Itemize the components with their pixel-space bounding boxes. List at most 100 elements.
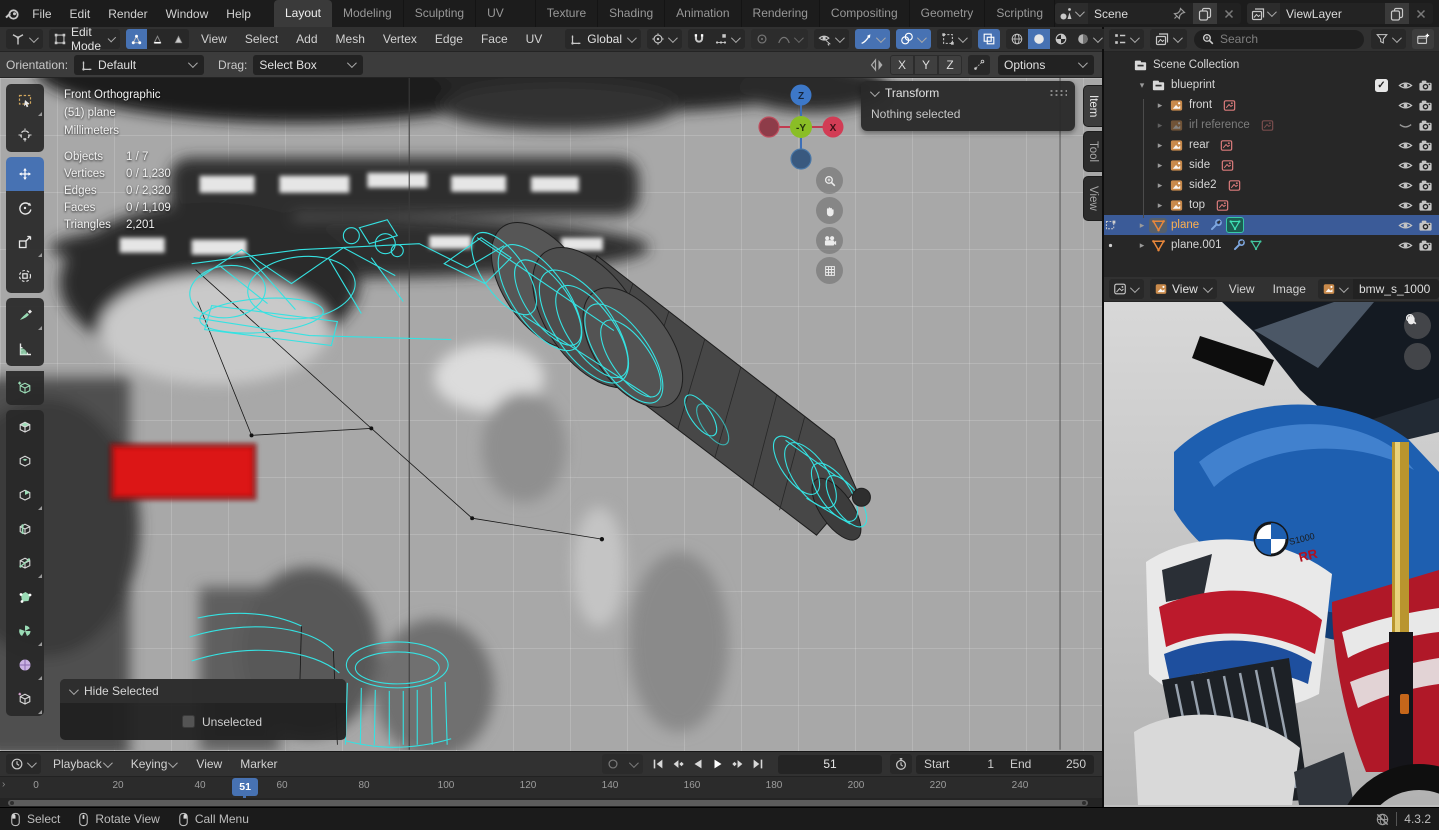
- tool-measure[interactable]: [6, 332, 44, 366]
- sidebar-tab-tool[interactable]: Tool: [1083, 131, 1102, 173]
- jump-start-button[interactable]: [649, 755, 667, 773]
- menu-render[interactable]: Render: [99, 1, 156, 27]
- current-frame-field[interactable]: 51: [778, 754, 882, 774]
- scene-duplicate-button[interactable]: [1193, 3, 1217, 24]
- object-visibility-dropdown[interactable]: [813, 29, 849, 49]
- use-preview-range-toggle[interactable]: [890, 754, 912, 774]
- panel-grip-icon[interactable]: [1049, 89, 1067, 97]
- tool-knife[interactable]: [6, 546, 44, 580]
- drag-setting-dropdown[interactable]: Select Box: [253, 54, 364, 75]
- timeline-menu-keying[interactable]: Keying: [122, 751, 188, 777]
- outliner-row-front[interactable]: ▸ front: [1104, 95, 1439, 115]
- tool-loop-cut[interactable]: [6, 512, 44, 546]
- camera-toggle-icon[interactable]: [1415, 138, 1435, 153]
- auto-key-dropdown[interactable]: [624, 754, 643, 774]
- viewport-menu-edge[interactable]: Edge: [426, 26, 472, 52]
- camera-toggle-icon[interactable]: [1415, 78, 1435, 93]
- eye-closed-icon[interactable]: [1395, 118, 1415, 133]
- mirror-axis-y[interactable]: Y: [914, 54, 938, 75]
- xray-toggle[interactable]: [977, 29, 1000, 49]
- timeline-menu-view[interactable]: View: [187, 751, 231, 777]
- shading-wireframe-button[interactable]: [1005, 29, 1028, 49]
- panel-collapse-icon[interactable]: [869, 86, 880, 97]
- timeline-expand-icon[interactable]: ›: [2, 779, 5, 790]
- camera-toggle-icon[interactable]: [1415, 118, 1435, 133]
- outliner-display-mode-button[interactable]: [1150, 29, 1187, 49]
- eye-icon[interactable]: [1395, 218, 1415, 233]
- expand-icon[interactable]: ▸: [1135, 220, 1149, 231]
- tool-extrude[interactable]: [6, 410, 44, 444]
- gizmo-extra-dropdown[interactable]: [936, 29, 972, 49]
- expand-icon[interactable]: ▸: [1153, 100, 1167, 111]
- mode-dropdown[interactable]: Edit Mode: [49, 25, 121, 53]
- timeline-menu-marker[interactable]: Marker: [231, 751, 286, 777]
- outliner-search-input[interactable]: Search: [1194, 29, 1364, 49]
- outliner-row-blueprint[interactable]: ▾ blueprint ✓: [1104, 75, 1439, 95]
- viewport-menu-mesh[interactable]: Mesh: [327, 26, 374, 52]
- viewport-menu-face[interactable]: Face: [472, 26, 517, 52]
- tool-move[interactable]: [6, 157, 44, 191]
- image-name-field[interactable]: bmw_s_1000: [1352, 279, 1439, 299]
- workspace-tab-compositing[interactable]: Compositing: [820, 0, 910, 27]
- tool-spin[interactable]: [6, 614, 44, 648]
- camera-view-button[interactable]: [816, 227, 843, 254]
- unselected-checkbox[interactable]: [182, 715, 195, 728]
- image-datablock-button[interactable]: [1317, 279, 1353, 299]
- zoom-button[interactable]: [816, 167, 843, 194]
- camera-toggle-icon[interactable]: [1415, 218, 1435, 233]
- outliner-editor-type-button[interactable]: [1109, 29, 1144, 49]
- viewport-menu-vertex[interactable]: Vertex: [374, 26, 426, 52]
- scene-delete-button[interactable]: [1217, 3, 1241, 24]
- proportional-edit-toggle[interactable]: [750, 29, 773, 49]
- jump-end-button[interactable]: [749, 755, 767, 773]
- snap-target-dropdown[interactable]: [709, 29, 745, 49]
- workspace-tab-layout[interactable]: Layout: [273, 0, 332, 27]
- expand-icon[interactable]: ▸: [1153, 140, 1167, 151]
- workspace-tab-sculpting[interactable]: Sculpting: [404, 0, 477, 27]
- outliner-row-rear[interactable]: ▸ rear: [1104, 135, 1439, 155]
- proportional-falloff-dropdown[interactable]: [772, 29, 808, 49]
- eye-icon[interactable]: [1395, 98, 1415, 113]
- timeline-editor-type-button[interactable]: [6, 754, 41, 774]
- sidebar-tab-view[interactable]: View: [1083, 176, 1102, 222]
- image-display-mode-dropdown[interactable]: View: [1150, 279, 1217, 299]
- workspace-tab-modeling[interactable]: Modeling: [332, 0, 404, 27]
- outliner-row-side2[interactable]: ▸ side2: [1104, 175, 1439, 195]
- navigation-gizmo[interactable]: Z X -Y: [756, 82, 848, 174]
- scene-name-field[interactable]: Scene: [1088, 3, 1193, 24]
- camera-toggle-icon[interactable]: [1415, 198, 1435, 213]
- camera-toggle-icon[interactable]: [1415, 238, 1435, 253]
- shading-material-button[interactable]: [1049, 29, 1072, 49]
- workspace-tab-rendering[interactable]: Rendering: [742, 0, 820, 27]
- viewport-3d[interactable]: Front Orthographic (51) plane Millimeter…: [0, 78, 1102, 751]
- end-frame-field[interactable]: End 250: [1002, 754, 1094, 774]
- scene-type-button[interactable]: [1055, 3, 1088, 24]
- outliner-row-side[interactable]: ▸ side: [1104, 155, 1439, 175]
- image-editor-type-button[interactable]: [1109, 279, 1144, 299]
- eye-icon[interactable]: [1395, 158, 1415, 173]
- blender-logo-icon[interactable]: [0, 6, 23, 22]
- timeline-ruler[interactable]: › 51 0 20 40 60 80 100 120 140 160 180 200 220 240: [0, 776, 1102, 802]
- camera-toggle-icon[interactable]: [1415, 158, 1435, 173]
- viewlayer-duplicate-button[interactable]: [1385, 3, 1409, 24]
- timeline-scroll-track[interactable]: [0, 798, 1102, 807]
- outliner-row-plane[interactable]: ▸ plane: [1104, 215, 1439, 235]
- play-rev-button[interactable]: [689, 755, 707, 773]
- eye-icon[interactable]: [1395, 238, 1415, 253]
- menu-file[interactable]: File: [23, 1, 60, 27]
- viewlayer-name-field[interactable]: ViewLayer: [1280, 3, 1385, 24]
- expand-icon[interactable]: ▸: [1135, 240, 1149, 251]
- expand-icon[interactable]: ▸: [1153, 160, 1167, 171]
- timeline-scrollbar[interactable]: [8, 799, 1088, 806]
- play-button[interactable]: [709, 755, 727, 773]
- shading-rendered-button[interactable]: [1071, 29, 1107, 49]
- image-pan-button[interactable]: [1404, 315, 1431, 370]
- collection-checkbox[interactable]: ✓: [1375, 78, 1388, 92]
- viewport-menu-select[interactable]: Select: [236, 26, 287, 52]
- viewport-menu-add[interactable]: Add: [287, 26, 326, 52]
- pan-button[interactable]: [816, 197, 843, 224]
- viewlayer-type-button[interactable]: [1247, 3, 1280, 24]
- tool-bevel[interactable]: [6, 478, 44, 512]
- pin-icon[interactable]: [1171, 6, 1187, 22]
- workspace-tab-geometry-nodes[interactable]: Geometry Nodes: [910, 0, 986, 47]
